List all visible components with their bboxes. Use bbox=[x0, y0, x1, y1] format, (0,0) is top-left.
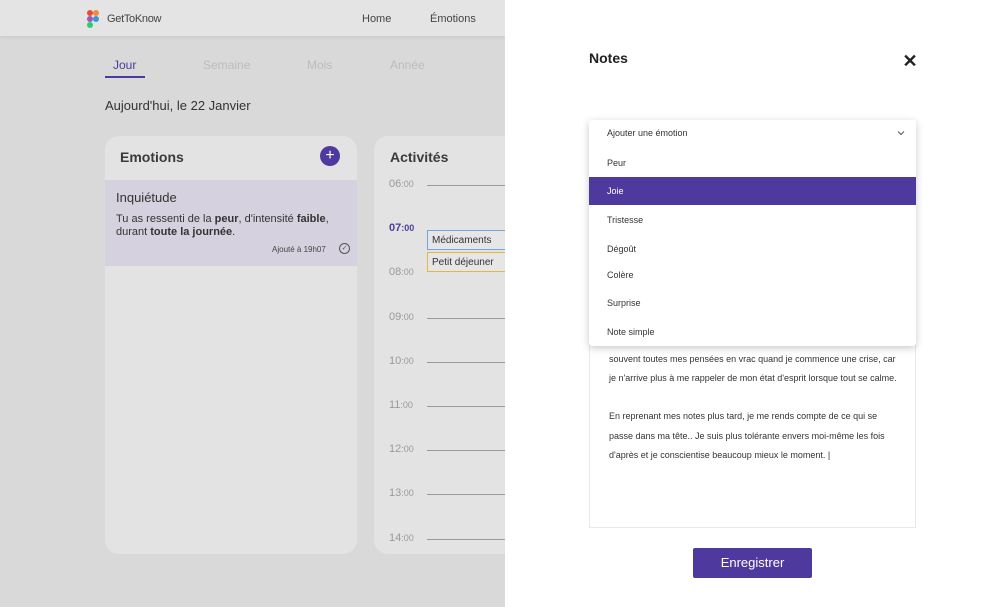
dropdown-option-note-simple[interactable]: Note simple bbox=[589, 318, 916, 346]
emotion-dropdown-placeholder: Ajouter une émotion bbox=[607, 128, 688, 138]
notes-panel: Notes ✕ souvent toutes mes pensées en vr… bbox=[505, 0, 1000, 607]
time-slot: 06:00 bbox=[389, 178, 505, 192]
note-paragraph: souvent toutes mes pensées en vrac quand… bbox=[609, 354, 897, 384]
dropdown-option-degout[interactable]: Dégoût bbox=[589, 235, 916, 263]
top-navbar: GetToKnow Home Émotions bbox=[0, 0, 505, 36]
tab-month[interactable]: Mois bbox=[307, 58, 332, 72]
close-button[interactable]: ✕ bbox=[901, 52, 919, 70]
emotion-entry[interactable]: Inquiétude Tu as ressenti de la peur, d'… bbox=[105, 180, 357, 266]
time-slot: 12:00 bbox=[389, 443, 505, 457]
notes-panel-title: Notes bbox=[589, 50, 628, 66]
emotion-entry-name: Inquiétude bbox=[116, 190, 177, 205]
time-slot: 11:00 bbox=[389, 399, 505, 413]
dropdown-option-colere[interactable]: Colère bbox=[589, 261, 916, 289]
brand-name[interactable]: GetToKnow bbox=[107, 13, 161, 25]
dropdown-option-peur[interactable]: Peur bbox=[589, 149, 916, 177]
plus-icon: + bbox=[325, 147, 335, 164]
tab-year[interactable]: Année bbox=[390, 58, 425, 72]
close-icon: ✕ bbox=[902, 51, 918, 71]
period-tabs: Jour Semaine Mois Année bbox=[105, 58, 435, 78]
note-textarea[interactable]: souvent toutes mes pensées en vrac quand… bbox=[589, 336, 916, 528]
emotion-dropdown-header[interactable]: Ajouter une émotion bbox=[589, 120, 916, 148]
time-slot: 09:00 bbox=[389, 311, 505, 325]
tab-day[interactable]: Jour bbox=[113, 58, 136, 72]
activity-block[interactable]: Petit déjeuner bbox=[427, 252, 505, 272]
note-paragraph: En reprenant mes notes plus tard, je me … bbox=[609, 411, 885, 460]
add-emotion-button[interactable]: + bbox=[320, 146, 340, 166]
dropdown-option-surprise[interactable]: Surprise bbox=[589, 289, 916, 317]
app-background: GetToKnow Home Émotions Jour Semaine Moi… bbox=[0, 0, 505, 607]
dropdown-option-joie[interactable]: Joie bbox=[589, 177, 916, 205]
tab-week[interactable]: Semaine bbox=[203, 58, 250, 72]
time-slot: 10:00 bbox=[389, 355, 505, 369]
active-tab-indicator bbox=[105, 76, 145, 78]
check-circle-icon: ✓ bbox=[339, 243, 350, 254]
time-slot: 14:00 bbox=[389, 532, 505, 546]
emotions-card-title: Emotions bbox=[120, 149, 184, 165]
save-button[interactable]: Enregistrer bbox=[693, 548, 812, 578]
emotion-entry-description: Tu as ressenti de la peur, d'intensité f… bbox=[116, 213, 329, 238]
emotion-entry-timestamp: Ajouté à 19h07 bbox=[272, 245, 326, 254]
activities-card: Activités 06:00 07:00 08:00 09:00 10:00 … bbox=[374, 136, 505, 554]
chevron-down-icon bbox=[897, 131, 905, 136]
nav-home[interactable]: Home bbox=[362, 13, 391, 25]
dropdown-option-tristesse[interactable]: Tristesse bbox=[589, 206, 916, 234]
activities-card-title: Activités bbox=[390, 149, 449, 165]
activity-block[interactable]: Médicaments bbox=[427, 230, 505, 250]
emotions-card: Emotions + Inquiétude Tu as ressenti de … bbox=[105, 136, 357, 554]
emotion-dropdown[interactable]: Ajouter une émotion Peur Joie Tristesse … bbox=[589, 120, 916, 346]
current-date: Aujourd'hui, le 22 Janvier bbox=[105, 98, 251, 113]
time-slot: 13:00 bbox=[389, 487, 505, 501]
nav-emotions[interactable]: Émotions bbox=[430, 13, 476, 25]
logo-icon bbox=[87, 10, 101, 28]
